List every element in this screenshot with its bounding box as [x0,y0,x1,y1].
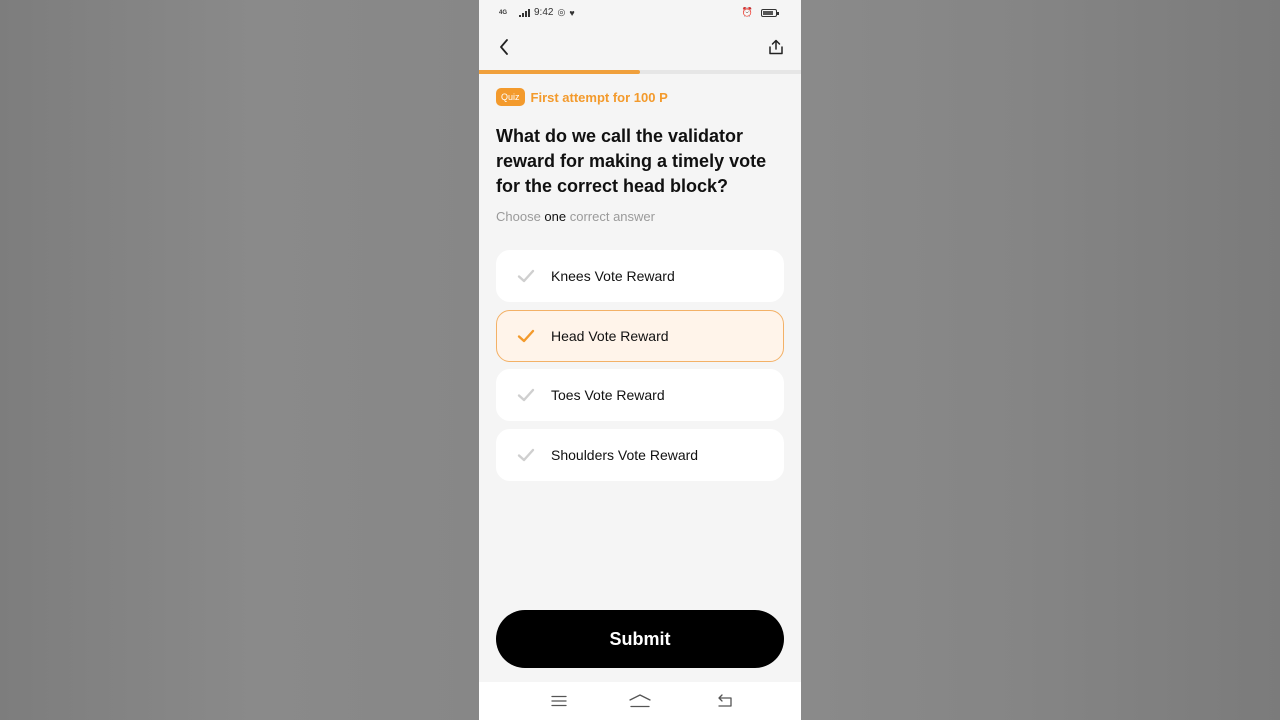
back-button[interactable] [493,36,515,58]
status-left: 4G 9:42 ◎ ♥ [499,7,575,18]
option-knees-vote-reward[interactable]: Knees Vote Reward [496,250,784,302]
question-text: What do we call the validator reward for… [496,126,767,196]
check-icon [517,388,535,402]
instruction-text: Choose one correct answer [496,209,655,224]
check-icon [517,329,535,342]
menu-icon [551,695,567,707]
phone-screen: 4G 9:42 ◎ ♥ ⏰ Quiz First attempt for 100… [479,0,801,720]
progress-fill [479,70,640,74]
battery-icon [761,8,779,17]
share-button[interactable] [765,36,787,58]
alarm-icon: ⏰ [741,7,753,17]
app-notification-icon: ♥ [569,7,575,18]
check-icon [517,448,535,461]
quiz-header: Quiz First attempt for 100 P [496,88,668,106]
home-nav-button[interactable] [628,692,652,710]
quiz-reward-text: First attempt for 100 P [530,89,668,105]
share-icon [769,39,783,55]
progress-bar [479,70,801,74]
menu-nav-button[interactable] [547,692,571,710]
instruction-emphasis: one [544,209,567,224]
check-icon [517,269,535,283]
quiz-badge: Quiz [496,88,525,106]
option-label: Head Vote Reward [551,327,669,344]
top-bar [479,30,801,66]
option-label: Knees Vote Reward [551,268,675,284]
home-icon [629,694,651,708]
back-nav-button[interactable] [713,692,737,710]
option-label: Shoulders Vote Reward [551,446,699,463]
instruction-prefix: Choose [496,209,545,224]
option-label: Toes Vote Reward [551,387,665,403]
answer-options: Knees Vote Reward Head Vote Reward Toes … [496,250,784,488]
instruction-suffix: correct answer [566,209,655,224]
option-toes-vote-reward[interactable]: Toes Vote Reward [496,369,784,421]
option-head-vote-reward[interactable]: Head Vote Reward [496,309,784,362]
system-nav-bar [479,682,801,720]
chevron-left-icon [500,39,508,55]
option-shoulders-vote-reward[interactable]: Shoulders Vote Reward [496,428,784,481]
submit-button[interactable]: Submit [496,610,784,668]
network-icon: 4G [499,9,508,16]
status-bar: 4G 9:42 ◎ ♥ ⏰ [479,0,801,26]
back-nav-icon [718,694,732,707]
notification-icon: ◎ [557,7,566,17]
status-time: 9:42 [534,7,554,18]
status-right: ⏰ [741,7,779,18]
signal-icon [519,8,530,17]
